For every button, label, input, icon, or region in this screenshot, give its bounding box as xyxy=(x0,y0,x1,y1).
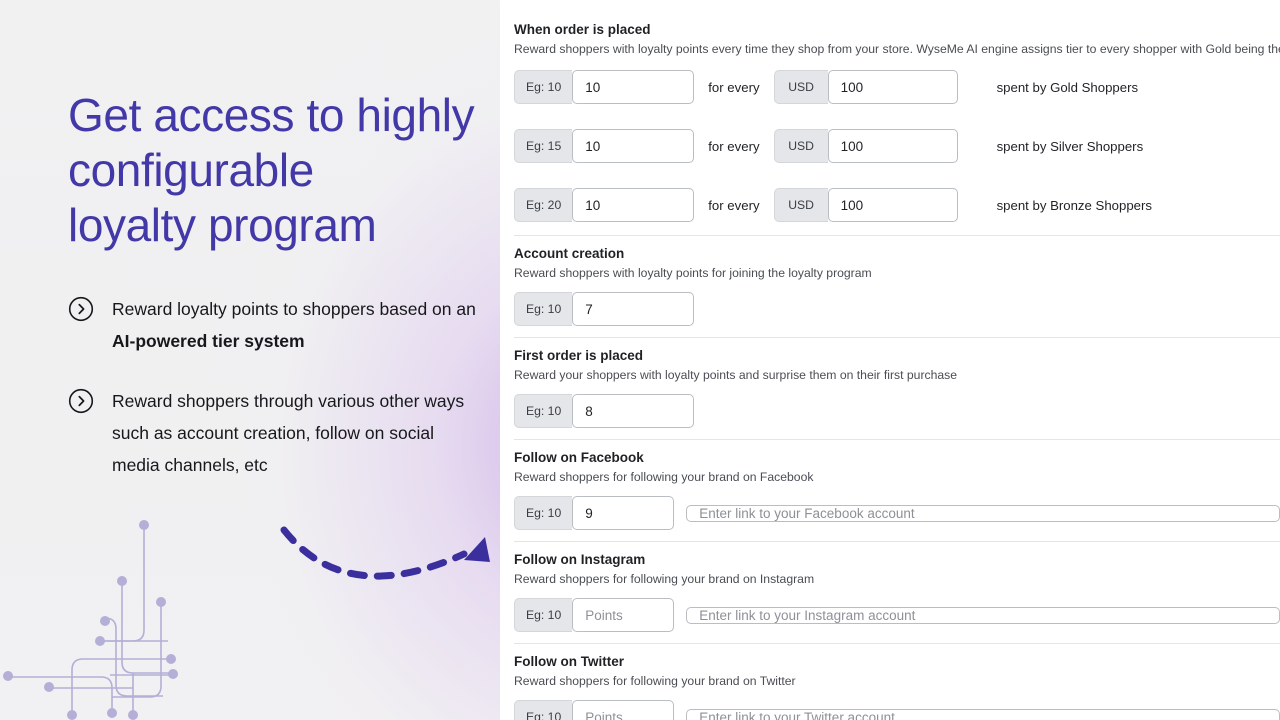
section-description: Reward shoppers for following your brand… xyxy=(514,470,814,484)
section-title: Follow on Twitter xyxy=(514,654,624,669)
twitter-points-field[interactable]: Eg: 10 Points xyxy=(514,700,675,720)
bronze-points-input[interactable]: 10 xyxy=(572,188,695,222)
silver-currency-prefix-label: USD xyxy=(773,129,828,163)
instagram-points-input[interactable]: Points xyxy=(572,598,675,632)
first-order-points-field[interactable]: Eg: 10 8 xyxy=(514,394,695,428)
dashed-curved-arrow-icon xyxy=(280,526,490,580)
section-account-creation: Account creation Reward shoppers with lo… xyxy=(514,235,1280,337)
page-title: Get access to highly configurable loyalt… xyxy=(68,89,475,251)
promo-bullet-1-text-emphasis: AI-powered tier system xyxy=(112,331,305,351)
bronze-for-every-label: for every xyxy=(708,197,760,213)
account-creation-points-input[interactable]: 7 xyxy=(572,292,695,326)
bronze-points-field[interactable]: Eg: 20 10 xyxy=(514,188,695,222)
instagram-link-input[interactable]: Enter link to your Instagram account xyxy=(686,606,1280,624)
section-title: Follow on Instagram xyxy=(514,552,646,567)
gold-amount-field[interactable]: USD 100 xyxy=(773,70,958,104)
section-title: Account creation xyxy=(514,246,625,261)
section-title: First order is placed xyxy=(514,348,644,363)
facebook-link-input[interactable]: Enter link to your Facebook account xyxy=(686,504,1280,522)
first-order-row: Eg: 10 8 xyxy=(514,384,1280,439)
promo-bullet-1-text-plain: Reward loyalty points to shoppers based … xyxy=(112,299,476,319)
twitter-points-input[interactable]: Points xyxy=(572,700,675,720)
silver-points-field[interactable]: Eg: 15 10 xyxy=(514,129,695,163)
bronze-trailing-label: spent by Bronze Shoppers xyxy=(996,197,1152,213)
gold-points-input[interactable]: 10 xyxy=(572,70,695,104)
account-creation-points-prefix-label: Eg: 10 xyxy=(514,292,573,326)
bronze-points-prefix-label: Eg: 20 xyxy=(514,188,573,222)
section-follow-on-instagram: Follow on Instagram Reward shoppers for … xyxy=(514,541,1280,643)
section-first-order-is-placed: First order is placed Reward your shoppe… xyxy=(514,337,1280,439)
section-description: Reward shoppers for following your brand… xyxy=(514,674,796,688)
silver-points-input[interactable]: 10 xyxy=(572,129,695,163)
silver-amount-input[interactable]: 100 xyxy=(827,129,958,163)
twitter-points-prefix-label: Eg: 10 xyxy=(514,700,573,720)
gold-for-every-label: for every xyxy=(708,79,760,95)
account-creation-row: Eg: 10 7 xyxy=(514,282,1280,337)
facebook-points-input[interactable]: 9 xyxy=(572,496,675,530)
twitter-row: Eg: 10 Points Enter link to your Twitter… xyxy=(514,690,1280,720)
promo-bullet-2-text: Reward shoppers through various other wa… xyxy=(112,391,465,475)
section-description: Reward shoppers with loyalty points for … xyxy=(514,266,872,280)
first-order-points-input[interactable]: 8 xyxy=(572,394,695,428)
promo-bullet-1-text: Reward loyalty points to shoppers based … xyxy=(112,293,484,357)
silver-points-prefix-label: Eg: 15 xyxy=(514,129,573,163)
bronze-amount-input[interactable]: 100 xyxy=(827,188,958,222)
gold-currency-prefix-label: USD xyxy=(773,70,828,104)
instagram-row: Eg: 10 Points Enter link to your Instagr… xyxy=(514,588,1280,643)
section-description: Reward shoppers for following your brand… xyxy=(514,572,815,586)
tier-row-gold: Eg: 10 10 for every USD 100 spent by Gol… xyxy=(514,58,1280,117)
promo-bullet-1: Reward loyalty points to shoppers based … xyxy=(68,293,488,357)
facebook-row: Eg: 10 9 Enter link to your Facebook acc… xyxy=(514,486,1280,541)
gold-trailing-label: spent by Gold Shoppers xyxy=(996,79,1139,95)
circuit-lines-graphic xyxy=(3,520,178,720)
bronze-amount-field[interactable]: USD 100 xyxy=(773,188,958,222)
bronze-currency-prefix-label: USD xyxy=(773,188,828,222)
section-follow-on-twitter: Follow on Twitter Reward shoppers for fo… xyxy=(514,643,1280,720)
section-description: Reward shoppers with loyalty points ever… xyxy=(514,42,1280,56)
chevron-right-circle-icon xyxy=(68,296,94,322)
silver-for-every-label: for every xyxy=(708,138,760,154)
facebook-points-field[interactable]: Eg: 10 9 xyxy=(514,496,675,530)
loyalty-rules-form: When order is placed Reward shoppers wit… xyxy=(500,0,1280,720)
silver-trailing-label: spent by Silver Shoppers xyxy=(996,138,1144,154)
instagram-points-prefix-label: Eg: 10 xyxy=(514,598,573,632)
silver-amount-field[interactable]: USD 100 xyxy=(773,129,958,163)
instagram-points-field[interactable]: Eg: 10 Points xyxy=(514,598,675,632)
promo-bullet-list: Reward loyalty points to shoppers based … xyxy=(68,293,488,481)
twitter-link-input[interactable]: Enter link to your Twitter account xyxy=(686,708,1280,720)
chevron-right-circle-icon xyxy=(68,388,94,414)
section-follow-on-facebook: Follow on Facebook Reward shoppers for f… xyxy=(514,439,1280,541)
first-order-points-prefix-label: Eg: 10 xyxy=(514,394,573,428)
tier-row-silver: Eg: 15 10 for every USD 100 spent by Sil… xyxy=(514,117,1280,176)
section-when-order-is-placed: When order is placed Reward shoppers wit… xyxy=(514,12,1280,235)
promo-bullet-2: Reward shoppers through various other wa… xyxy=(68,385,488,481)
loyalty-program-settings-page: Get access to highly configurable loyalt… xyxy=(0,0,1280,720)
gold-points-prefix-label: Eg: 10 xyxy=(514,70,573,104)
promo-content: Get access to highly configurable loyalt… xyxy=(0,0,500,481)
account-creation-points-field[interactable]: Eg: 10 7 xyxy=(514,292,695,326)
gold-amount-input[interactable]: 100 xyxy=(827,70,958,104)
gold-points-field[interactable]: Eg: 10 10 xyxy=(514,70,695,104)
tier-row-bronze: Eg: 20 10 for every USD 100 spent by Bro… xyxy=(514,176,1280,235)
facebook-points-prefix-label: Eg: 10 xyxy=(514,496,573,530)
section-title: Follow on Facebook xyxy=(514,450,644,465)
promo-panel: Get access to highly configurable loyalt… xyxy=(0,0,500,720)
section-title: When order is placed xyxy=(514,22,651,37)
section-description: Reward your shoppers with loyalty points… xyxy=(514,368,958,382)
